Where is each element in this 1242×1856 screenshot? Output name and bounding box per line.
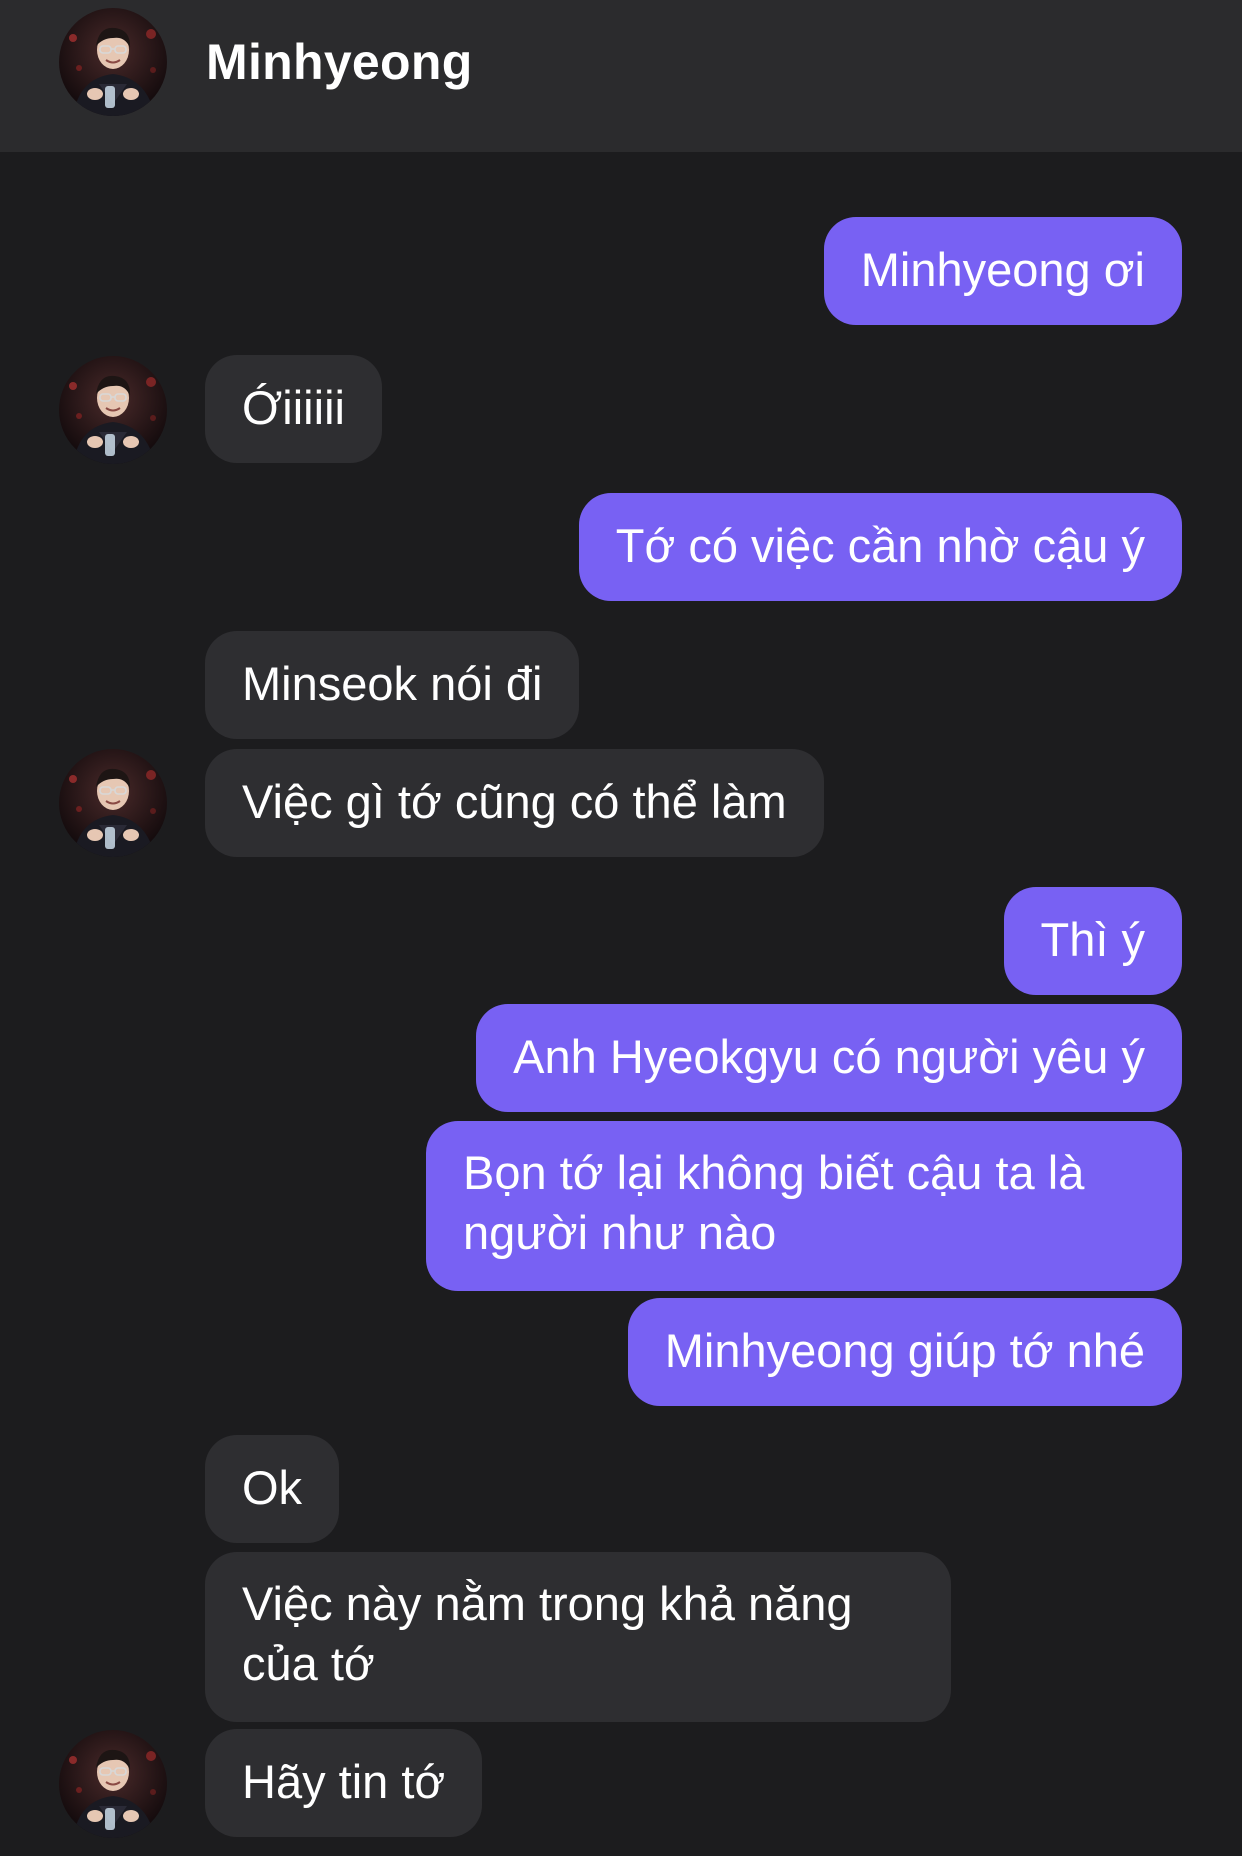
incoming-message[interactable]: Ok	[205, 1435, 340, 1543]
contact-avatar[interactable]	[59, 8, 167, 116]
message-list[interactable]: Minhyeong ơi Ớiiiiii Tớ có việc cần nhờ …	[0, 152, 1242, 1856]
outgoing-message[interactable]: Tớ có việc cần nhờ cậu ý	[578, 493, 1182, 601]
outgoing-message[interactable]: Thì ý	[1003, 887, 1182, 995]
incoming-message[interactable]: Hãy tin tớ	[205, 1729, 483, 1837]
contact-name[interactable]: Minhyeong	[206, 30, 473, 94]
contact-avatar[interactable]	[59, 356, 167, 464]
outgoing-message[interactable]: Minhyeong ơi	[823, 217, 1182, 325]
contact-avatar[interactable]	[59, 1730, 167, 1838]
incoming-message[interactable]: Việc gì tớ cũng có thể làm	[205, 749, 824, 857]
incoming-message[interactable]: Minseok nói đi	[205, 631, 580, 739]
outgoing-message[interactable]: Minhyeong giúp tớ nhé	[627, 1298, 1182, 1406]
contact-avatar[interactable]	[59, 749, 167, 857]
chat-header: Minhyeong	[0, 0, 1242, 152]
outgoing-message[interactable]: Anh Hyeokgyu có người yêu ý	[476, 1004, 1182, 1112]
incoming-message[interactable]: Việc này nằm trong khả năng của tớ	[205, 1552, 951, 1722]
outgoing-message[interactable]: Bọn tớ lại không biết cậu ta là người nh…	[426, 1121, 1182, 1291]
incoming-message[interactable]: Ớiiiiii	[205, 355, 382, 463]
